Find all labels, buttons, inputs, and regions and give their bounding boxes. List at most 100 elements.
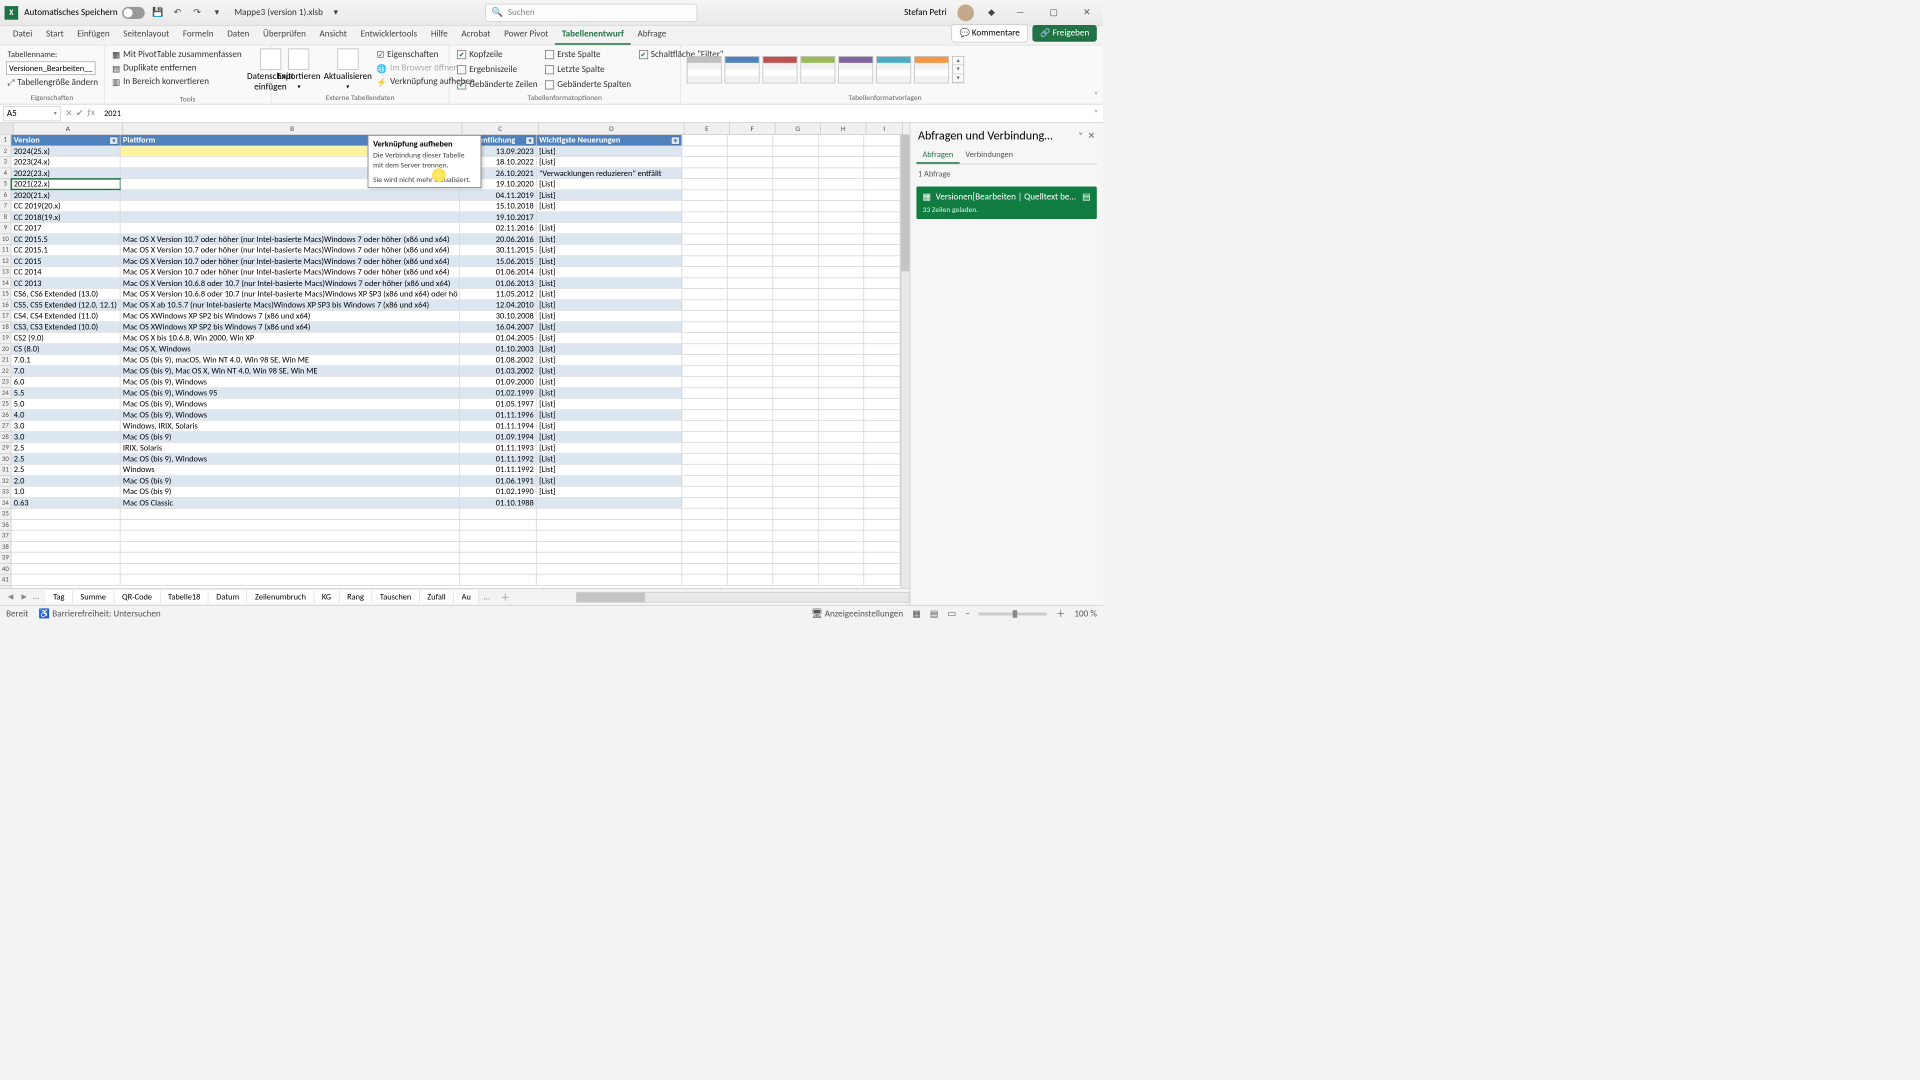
cell-grid[interactable]: Verknüpfung aufheben Die Verbindung dies… (12, 135, 901, 588)
cell[interactable] (864, 410, 900, 420)
cell[interactable] (819, 520, 864, 530)
cell[interactable]: [List] (537, 267, 683, 277)
avatar[interactable] (957, 4, 974, 21)
filter-dropdown-icon[interactable]: ▼ (671, 136, 680, 144)
cell[interactable] (773, 366, 818, 376)
remove-duplicates-button[interactable]: ▤ Duplikate entfernen (111, 62, 244, 74)
cell[interactable]: [List] (537, 300, 683, 310)
cell[interactable] (728, 366, 773, 376)
cell[interactable]: CC 2015.1 (12, 245, 121, 255)
row-header[interactable]: 33 (0, 487, 11, 498)
cell[interactable]: "Verwacklungen reduzieren" entfällt (537, 168, 683, 178)
cell[interactable]: [List] (537, 256, 683, 266)
row-headers[interactable]: 1234567891011121314151617181920212223242… (0, 135, 12, 588)
cell[interactable] (819, 333, 864, 343)
cell[interactable] (864, 311, 900, 321)
cell[interactable] (864, 179, 900, 189)
resize-table-button[interactable]: ⤢ Tabellengröße ändern (6, 77, 98, 89)
collapse-ribbon-icon[interactable]: ˅ (1089, 45, 1103, 103)
row-header[interactable]: 21 (0, 355, 11, 366)
cell[interactable]: 01.11.1992 (460, 465, 537, 475)
cell[interactable] (682, 465, 727, 475)
total-row-check[interactable]: Ergebniszeile (456, 64, 539, 76)
row-header[interactable]: 18 (0, 322, 11, 333)
col-header-E[interactable]: E (684, 123, 729, 134)
cell[interactable] (682, 575, 727, 585)
cell[interactable] (537, 542, 683, 552)
cell[interactable]: 2020(21.x) (12, 190, 121, 200)
cell[interactable] (773, 465, 818, 475)
ribbon-tab-power pivot[interactable]: Power Pivot (497, 25, 555, 45)
table-header-cell[interactable] (682, 135, 727, 145)
cell[interactable] (864, 366, 900, 376)
tab-overflow-icon[interactable]: … (479, 592, 494, 603)
table-style-swatch[interactable] (914, 56, 949, 83)
row-header[interactable]: 27 (0, 421, 11, 432)
cell[interactable] (728, 267, 773, 277)
sheet-tab[interactable]: Au (454, 590, 479, 603)
style-gallery[interactable]: ▴▾▾ (687, 49, 1083, 91)
cell[interactable]: [List] (537, 234, 683, 244)
cell[interactable] (773, 432, 818, 442)
ribbon-tab-formeln[interactable]: Formeln (176, 25, 220, 45)
ribbon-tab-start[interactable]: Start (39, 25, 70, 45)
cell[interactable]: Mac OS X Version 10.7 oder höher (nur In… (121, 245, 461, 255)
cell[interactable] (537, 575, 683, 585)
cell[interactable] (728, 278, 773, 288)
cell[interactable]: 01.06.2013 (460, 278, 537, 288)
cell[interactable]: 01.11.1994 (460, 421, 537, 431)
cell[interactable]: Mac OS (bis 9) (121, 432, 461, 442)
cell[interactable] (728, 564, 773, 574)
cell[interactable] (864, 344, 900, 354)
cell[interactable] (773, 454, 818, 464)
cell[interactable]: Windows (121, 465, 461, 475)
cell[interactable] (819, 366, 864, 376)
cell[interactable] (537, 498, 683, 508)
cell[interactable] (773, 289, 818, 299)
view-normal-icon[interactable]: ▦ (912, 608, 921, 619)
cell[interactable] (773, 333, 818, 343)
gallery-more-icon[interactable]: ▴▾▾ (952, 56, 964, 83)
pane-expand-icon[interactable]: ˅ (1074, 131, 1088, 142)
cell[interactable] (728, 344, 773, 354)
cell[interactable]: 3.0 (12, 432, 121, 442)
cell[interactable] (682, 443, 727, 453)
cell[interactable]: 2.5 (12, 454, 121, 464)
cell[interactable] (682, 146, 727, 156)
cell[interactable] (864, 223, 900, 233)
cell[interactable]: 2023(24.x) (12, 157, 121, 167)
cell[interactable] (682, 410, 727, 420)
convert-range-button[interactable]: ▥ In Bereich konvertieren (111, 76, 244, 88)
cell[interactable]: CC 2015.5 (12, 234, 121, 244)
cell[interactable]: [List] (537, 388, 683, 398)
cell[interactable] (864, 432, 900, 442)
cell[interactable] (864, 487, 900, 497)
cell[interactable]: 5.5 (12, 388, 121, 398)
share-button[interactable]: 🔗 Freigeben (1033, 25, 1097, 42)
cell[interactable] (773, 212, 818, 222)
cell[interactable] (728, 300, 773, 310)
cell[interactable] (12, 509, 121, 519)
cell[interactable] (728, 245, 773, 255)
ribbon-tab-hilfe[interactable]: Hilfe (424, 25, 455, 45)
cell[interactable]: Mac OS (bis 9), Windows (121, 399, 461, 409)
cell[interactable] (728, 487, 773, 497)
cell[interactable] (460, 575, 537, 585)
cell[interactable] (728, 146, 773, 156)
row-header[interactable]: 35 (0, 509, 11, 520)
col-header-D[interactable]: D (539, 123, 685, 134)
cell[interactable]: 02.11.2016 (460, 223, 537, 233)
cell[interactable] (682, 421, 727, 431)
cell[interactable] (728, 256, 773, 266)
cell[interactable] (864, 212, 900, 222)
cell[interactable] (460, 542, 537, 552)
cell[interactable]: [List] (537, 432, 683, 442)
cell[interactable] (819, 179, 864, 189)
cell[interactable]: [List] (537, 410, 683, 420)
cell[interactable] (864, 388, 900, 398)
cell[interactable]: CC 2015 (12, 256, 121, 266)
row-header[interactable]: 37 (0, 531, 11, 542)
cell[interactable]: 01.08.2002 (460, 355, 537, 365)
cell[interactable] (537, 553, 683, 563)
cell[interactable] (819, 542, 864, 552)
